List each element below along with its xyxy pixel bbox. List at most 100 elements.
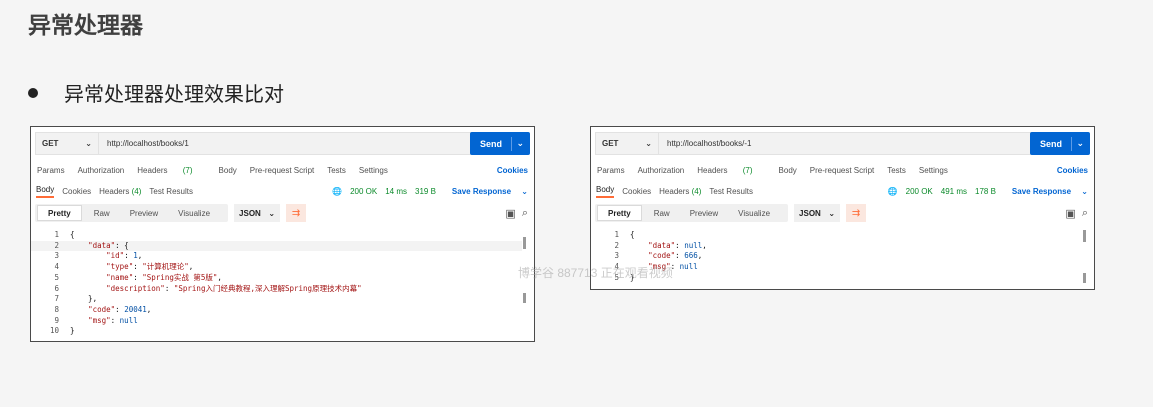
response-tab-cookies[interactable]: Cookies [62,187,91,196]
method-label: GET [42,139,59,148]
response-tab-test-results[interactable]: Test Results [709,187,753,196]
line-number: 1 [54,230,59,239]
response-tab-body[interactable]: Body [36,185,55,198]
copy-icon[interactable]: ▣ [1065,207,1075,220]
request-tabs: Params Authorization Headers (7) Body Pr… [37,166,528,175]
tab-settings[interactable]: Settings [919,166,948,175]
chevron-down-icon: ⌄ [828,208,836,218]
code-text[interactable]: { [70,230,75,241]
response-meta: 🌐 200 OK 491 ms 178 B Save Response ⌄ [880,187,1088,196]
view-visualize[interactable]: Visualize [728,209,780,218]
status-code[interactable]: 200 OK [906,187,933,196]
scrollbar[interactable] [1083,230,1086,242]
tab-body[interactable]: Body [779,166,797,175]
response-time[interactable]: 14 ms [385,187,407,196]
headers-count: (7) [742,166,753,175]
wrap-lines-icon[interactable]: ⇉ [286,204,307,222]
tab-body[interactable]: Body [219,166,237,175]
code-line: 5 "name": "Spring实战 第5版", [31,273,522,284]
code-text[interactable]: "type": "计算机理论", [70,262,193,273]
code-text[interactable]: "msg": null [70,316,138,327]
tab-headers[interactable]: Headers (7) [697,166,765,175]
save-response-button[interactable]: Save Response ⌄ [444,187,528,196]
response-tabs: Body Cookies Headers (4) Test Results 🌐 … [36,185,528,198]
slide-title: 异常处理器 [28,12,143,38]
line-number: 9 [54,315,59,325]
tab-tests[interactable]: Tests [327,166,346,175]
copy-icon[interactable]: ▣ [505,207,515,220]
tab-authorization[interactable]: Authorization [78,166,125,175]
cookies-link[interactable]: Cookies [1057,166,1088,175]
code-line: 7 }, [31,294,522,305]
format-select[interactable]: JSON ⌄ [234,204,281,222]
response-time[interactable]: 491 ms [941,187,967,196]
save-response-label: Save Response [1011,187,1072,196]
line-number: 2 [614,240,619,250]
url-input[interactable]: http://localhost/books/-1 [659,132,1034,155]
tab-authorization[interactable]: Authorization [638,166,685,175]
wrap-lines-icon[interactable]: ⇉ [846,204,867,222]
tab-prerequest-script[interactable]: Pre-request Script [250,166,314,175]
scrollbar-thumb[interactable] [1083,273,1086,283]
code-text[interactable]: "code": 20041, [70,305,151,316]
code-line: 2 "data": null, [591,241,1082,252]
code-text[interactable]: "name": "Spring实战 第5版", [70,273,222,284]
method-select[interactable]: GET ⌄ [35,132,99,155]
tab-params[interactable]: Params [597,166,625,175]
tab-prerequest-script[interactable]: Pre-request Script [810,166,874,175]
globe-icon[interactable]: 🌐 [888,187,898,196]
search-icon[interactable]: ⌕ [1082,207,1088,220]
response-tab-cookies[interactable]: Cookies [622,187,651,196]
send-button[interactable]: Send ⌄ [1030,132,1090,155]
view-pretty[interactable]: Pretty [37,205,82,221]
scrollbar[interactable] [523,237,526,249]
view-actions: ▣ ⌕ [499,207,528,220]
cookies-link[interactable]: Cookies [497,166,528,175]
view-pretty[interactable]: Pretty [597,205,642,221]
view-toolbar: Pretty Raw Preview Visualize JSON ⌄ ⇉ ▣ … [35,204,528,222]
response-tab-body[interactable]: Body [596,185,615,198]
code-line: 3 "code": 666, [591,251,1082,262]
save-response-button[interactable]: Save Response ⌄ [1004,187,1088,196]
code-text[interactable]: "id": 1, [70,251,142,262]
response-headers-count: (4) [131,187,142,196]
globe-icon[interactable]: 🌐 [332,187,342,196]
view-preview[interactable]: Preview [120,209,168,218]
url-input[interactable]: http://localhost/books/1 [99,132,474,155]
code-text[interactable]: "data": { [70,241,129,252]
send-label: Send [480,138,503,149]
code-line: 4 "type": "计算机理论", [31,262,522,273]
headers-count: (7) [182,166,193,175]
code-text[interactable]: { [630,230,635,241]
format-select[interactable]: JSON ⌄ [794,204,841,222]
code-text[interactable]: "code": 666, [630,251,702,262]
status-code[interactable]: 200 OK [350,187,377,196]
search-icon[interactable]: ⌕ [522,207,528,220]
view-visualize[interactable]: Visualize [168,209,220,218]
response-tab-headers[interactable]: Headers (4) [659,187,701,196]
code-text[interactable]: "description": "Spring入门经典教程,深入理解Spring原… [70,284,361,295]
save-response-label: Save Response [451,187,512,196]
send-button[interactable]: Send ⌄ [470,132,530,155]
view-mode-group: Pretty Raw Preview Visualize [35,204,229,222]
scrollbar-thumb[interactable] [523,293,526,303]
method-select[interactable]: GET ⌄ [595,132,659,155]
code-text[interactable]: }, [70,294,97,305]
code-text[interactable]: "data": null, [630,241,707,252]
code-text[interactable]: } [70,326,75,337]
view-raw[interactable]: Raw [84,209,120,218]
tab-tests[interactable]: Tests [887,166,906,175]
bullet-dot [28,87,38,98]
view-preview[interactable]: Preview [680,209,728,218]
response-tab-headers[interactable]: Headers (4) [99,187,141,196]
response-size[interactable]: 319 B [415,187,436,196]
code-line: 3 "id": 1, [31,251,522,262]
tab-headers[interactable]: Headers (7) [137,166,205,175]
response-headers-label: Headers [99,187,130,196]
tab-params[interactable]: Params [37,166,65,175]
tab-settings[interactable]: Settings [359,166,388,175]
response-tab-test-results[interactable]: Test Results [149,187,193,196]
response-size[interactable]: 178 B [975,187,996,196]
code-line: 8 "code": 20041, [31,305,522,316]
view-raw[interactable]: Raw [644,209,680,218]
